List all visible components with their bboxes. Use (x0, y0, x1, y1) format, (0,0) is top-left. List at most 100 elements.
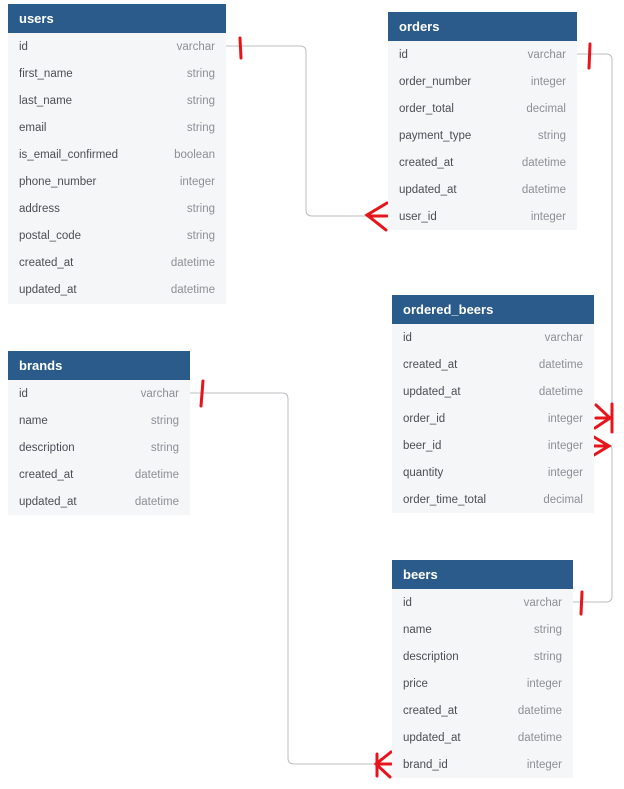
table-row[interactable]: is_email_confirmed boolean (8, 141, 226, 168)
column-type: integer (530, 210, 566, 223)
column-type: varchar (176, 40, 215, 53)
column-name: address (19, 202, 60, 215)
table-row[interactable]: user_id integer (388, 203, 577, 230)
column-type: datetime (517, 704, 562, 717)
table-row[interactable]: created_at datetime (392, 351, 594, 378)
column-name: id (403, 596, 412, 609)
column-name: postal_code (19, 229, 82, 242)
column-name: payment_type (399, 129, 472, 142)
one-marker-orders-id (587, 42, 592, 70)
column-name: id (403, 331, 412, 344)
table-row[interactable]: created_at datetime (392, 697, 573, 724)
column-type: datetime (517, 731, 562, 744)
table-row[interactable]: id varchar (388, 41, 577, 68)
column-list: id varchar order_number integer order_total d… (388, 41, 577, 230)
column-type: datetime (521, 156, 566, 169)
column-name: description (403, 650, 459, 663)
table-row[interactable]: id varchar (392, 589, 573, 616)
table-row[interactable]: id varchar (8, 33, 226, 60)
column-type: string (537, 129, 566, 142)
table-row[interactable]: phone_number integer (8, 168, 226, 195)
table-row[interactable]: updated_at datetime (392, 724, 573, 751)
column-name: last_name (19, 94, 73, 107)
column-list: id varchar first_name string last_name string… (8, 33, 226, 303)
column-type: string (186, 94, 215, 107)
column-name: order_number (399, 75, 472, 88)
column-type: datetime (170, 256, 215, 269)
table-row[interactable]: order_total decimal (388, 95, 577, 122)
column-type: varchar (140, 387, 179, 400)
table-row[interactable]: created_at datetime (388, 149, 577, 176)
table-row[interactable]: order_id integer (392, 405, 594, 432)
table-row[interactable]: order_time_total decimal (392, 486, 594, 513)
many-marker-ordered_beers-beer_id (592, 435, 612, 457)
column-type: string (533, 623, 562, 636)
table-row[interactable]: description string (8, 434, 190, 461)
table-orders[interactable]: orders id varchar order_number integer order… (388, 12, 577, 230)
column-list: id varchar name string description string crea… (8, 380, 190, 515)
column-list: id varchar created_at datetime updated_at dat… (392, 324, 594, 513)
table-row[interactable]: created_at datetime (8, 461, 190, 488)
column-name: created_at (399, 156, 454, 169)
rel-users-orders (226, 45, 388, 217)
table-ordered-beers[interactable]: ordered_beers id varchar created_at datetim… (392, 295, 594, 513)
column-type: string (150, 414, 179, 427)
table-row[interactable]: order_number integer (388, 68, 577, 95)
table-row[interactable]: name string (8, 407, 190, 434)
column-name: user_id (399, 210, 437, 223)
column-name: updated_at (403, 385, 461, 398)
table-brands[interactable]: brands id varchar name string description str… (8, 351, 190, 515)
column-name: price (403, 677, 428, 690)
column-name: updated_at (403, 731, 461, 744)
table-users[interactable]: users id varchar first_name string last_name… (8, 4, 226, 304)
column-name: order_total (399, 102, 454, 115)
table-row[interactable]: updated_at datetime (8, 276, 226, 303)
table-row[interactable]: payment_type string (388, 122, 577, 149)
table-row[interactable]: description string (392, 643, 573, 670)
table-row[interactable]: id varchar (392, 324, 594, 351)
column-type: varchar (544, 331, 583, 344)
table-row[interactable]: price integer (392, 670, 573, 697)
column-type: datetime (521, 183, 566, 196)
column-name: id (19, 40, 28, 53)
column-name: is_email_confirmed (19, 148, 119, 161)
table-header: beers (392, 560, 573, 589)
column-name: created_at (19, 256, 74, 269)
table-header: users (8, 4, 226, 33)
table-row[interactable]: beer_id integer (392, 432, 594, 459)
column-name: updated_at (19, 495, 77, 508)
column-type: datetime (538, 385, 583, 398)
table-row[interactable]: postal_code string (8, 222, 226, 249)
column-list: id varchar name string description string pric… (392, 589, 573, 778)
table-row[interactable]: updated_at datetime (8, 488, 190, 515)
table-row[interactable]: email string (8, 114, 226, 141)
column-name: updated_at (399, 183, 457, 196)
table-row[interactable]: name string (392, 616, 573, 643)
one-marker-users-id (238, 36, 243, 60)
table-row[interactable]: first_name string (8, 60, 226, 87)
table-row[interactable]: updated_at datetime (392, 378, 594, 405)
table-row[interactable]: id varchar (8, 380, 190, 407)
table-row[interactable]: address string (8, 195, 226, 222)
column-type: integer (547, 412, 583, 425)
column-type: string (533, 650, 562, 663)
column-name: created_at (19, 468, 74, 481)
column-type: integer (526, 677, 562, 690)
column-type: datetime (170, 283, 215, 296)
table-row[interactable]: created_at datetime (8, 249, 226, 276)
column-name: name (403, 623, 432, 636)
many-marker-ordered_beers-order_id (593, 402, 614, 434)
column-type: integer (526, 758, 562, 771)
column-type: decimal (543, 493, 583, 506)
column-type: integer (179, 175, 215, 188)
column-name: quantity (403, 466, 444, 479)
column-type: string (186, 121, 215, 134)
column-name: description (19, 441, 75, 454)
column-name: order_time_total (403, 493, 487, 506)
table-row[interactable]: quantity integer (392, 459, 594, 486)
table-row[interactable]: updated_at datetime (388, 176, 577, 203)
table-row[interactable]: last_name string (8, 87, 226, 114)
column-type: string (150, 441, 179, 454)
table-row[interactable]: brand_id integer (392, 751, 573, 778)
table-beers[interactable]: beers id varchar name string description stri… (392, 560, 573, 778)
